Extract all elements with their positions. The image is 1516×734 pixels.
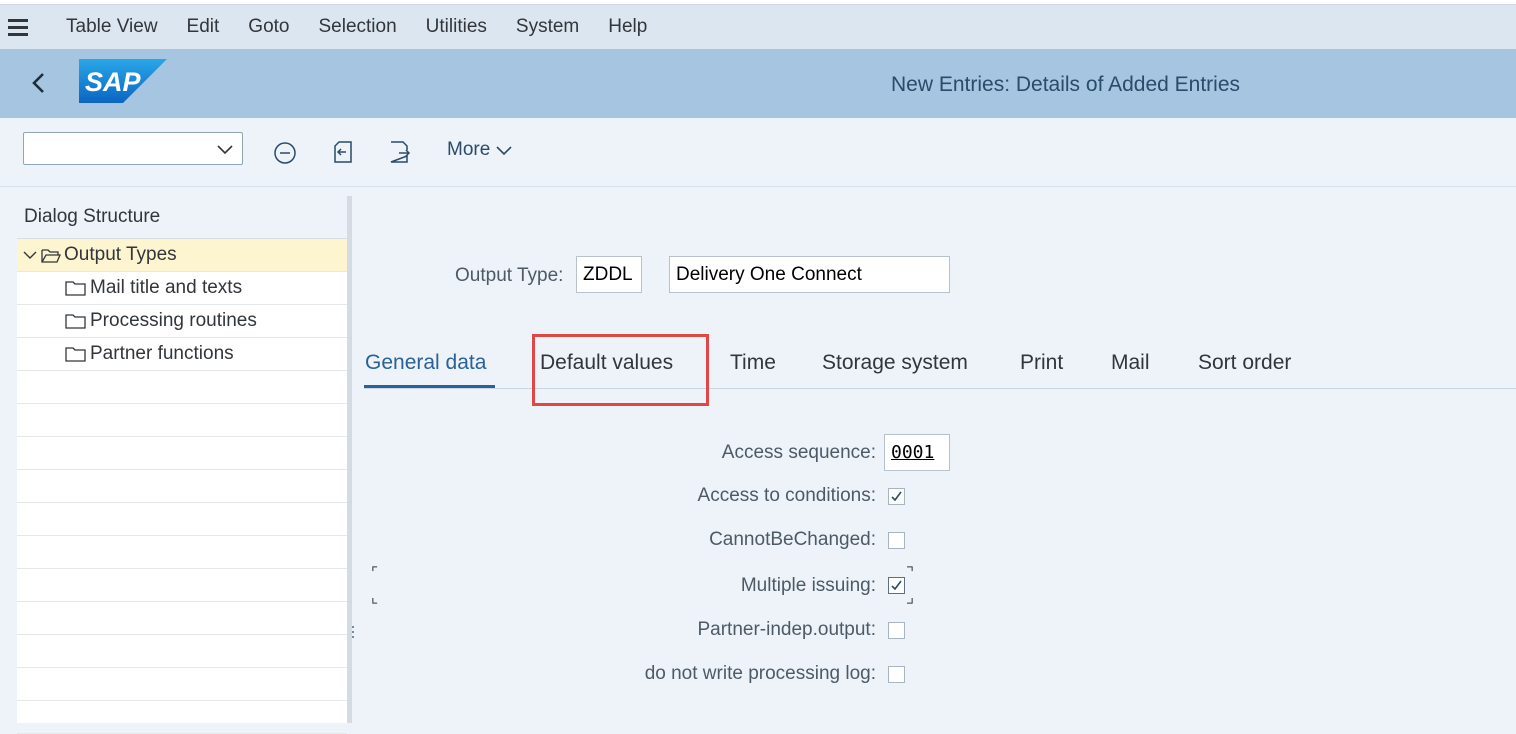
menu-help[interactable]: Help xyxy=(608,16,647,38)
menu-edit[interactable]: Edit xyxy=(187,16,220,38)
output-type-label: Output Type: xyxy=(455,265,564,286)
tree-item-label: Mail title and texts xyxy=(90,277,243,298)
tab-general-data[interactable]: General data xyxy=(365,351,486,375)
sap-logo: SAP xyxy=(79,59,167,108)
header-bar: SAP New Entries: Details of Added Entrie… xyxy=(0,49,1516,118)
command-field[interactable] xyxy=(23,132,243,165)
tree-empty-row xyxy=(17,536,347,569)
tree-empty-row xyxy=(17,371,347,404)
tree-empty-row xyxy=(17,701,347,734)
dialog-structure-title: Dialog Structure xyxy=(17,196,347,239)
toolbar: More xyxy=(0,118,1516,187)
menu-table-view[interactable]: Table View xyxy=(66,16,158,38)
previous-entry-icon[interactable] xyxy=(331,139,357,165)
output-type-code-value: ZDDL xyxy=(583,263,633,285)
menu-selection[interactable]: Selection xyxy=(319,16,397,38)
back-chevron-icon xyxy=(32,73,44,93)
partner-indep-output-label: Partner-indep.output: xyxy=(697,619,876,640)
tree-empty-row xyxy=(17,503,347,536)
menu-bar: Table View Edit Goto Selection Utilities… xyxy=(0,5,1516,49)
menu-utilities[interactable]: Utilities xyxy=(426,16,487,38)
menu-goto[interactable]: Goto xyxy=(248,16,289,38)
folder-icon xyxy=(65,347,86,362)
partner-indep-output-checkbox[interactable] xyxy=(888,622,905,639)
tree-item-processing-routines[interactable]: Processing routines xyxy=(17,305,347,338)
tab-sort-order[interactable]: Sort order xyxy=(1198,351,1291,375)
output-type-code-field[interactable]: ZDDL xyxy=(576,256,642,293)
access-sequence-field[interactable]: 0001 xyxy=(884,434,950,471)
access-to-conditions-label: Access to conditions: xyxy=(697,485,876,506)
collapse-minus-icon[interactable] xyxy=(273,141,297,165)
output-type-description-value: Delivery One Connect xyxy=(676,263,862,285)
tree-item-label: Processing routines xyxy=(90,310,257,331)
tree-empty-row xyxy=(17,569,347,602)
active-tab-indicator xyxy=(364,385,495,388)
details-content: Output Type: ZDDL Delivery One Connect G… xyxy=(357,186,1516,723)
page-title: New Entries: Details of Added Entries xyxy=(891,73,1241,96)
group-bracket-corner xyxy=(907,566,913,572)
menu-system[interactable]: System xyxy=(516,16,579,38)
do-not-write-log-label: do not write processing log: xyxy=(644,663,876,684)
next-entry-icon[interactable] xyxy=(387,139,413,165)
tree-item-mail-title-texts[interactable]: Mail title and texts xyxy=(17,272,347,305)
multiple-issuing-checkbox[interactable] xyxy=(888,577,905,594)
chevron-down-icon xyxy=(496,146,512,156)
tree-item-label: Output Types xyxy=(64,244,177,265)
tree-item-partner-functions[interactable]: Partner functions xyxy=(17,338,347,371)
do-not-write-log-checkbox[interactable] xyxy=(888,666,905,683)
back-button[interactable] xyxy=(26,69,52,97)
tab-print[interactable]: Print xyxy=(1020,351,1063,375)
tree-empty-row xyxy=(17,404,347,437)
group-bracket-corner xyxy=(372,598,378,604)
output-type-description-field[interactable]: Delivery One Connect xyxy=(669,256,950,293)
cannot-be-changed-checkbox[interactable] xyxy=(888,532,905,549)
multiple-issuing-label: Multiple issuing: xyxy=(740,575,876,596)
more-button[interactable]: More xyxy=(447,139,513,161)
panel-splitter-handle[interactable] xyxy=(352,626,354,642)
tab-default-values[interactable]: Default values xyxy=(540,351,673,375)
expand-chevron-icon[interactable] xyxy=(22,248,40,262)
tab-strip: General data Default values Time Storage… xyxy=(364,336,1516,389)
svg-text:SAP: SAP xyxy=(85,67,142,97)
tree-empty-row xyxy=(17,668,347,701)
tree-empty-row xyxy=(17,635,347,668)
cannot-be-changed-label: CannotBeChanged: xyxy=(709,529,876,550)
access-to-conditions-checkbox[interactable] xyxy=(888,488,905,505)
tree-empty-row xyxy=(17,437,347,470)
checkmark-icon xyxy=(891,580,902,591)
access-sequence-value: 0001 xyxy=(891,442,935,463)
more-label: More xyxy=(447,139,491,160)
dialog-structure-panel: Dialog Structure Output Types Mail title… xyxy=(17,196,352,734)
access-sequence-label: Access sequence: xyxy=(721,442,876,463)
tree-empty-row xyxy=(17,470,347,503)
tree-item-label: Partner functions xyxy=(90,343,234,364)
group-bracket-corner xyxy=(907,598,913,604)
tab-time[interactable]: Time xyxy=(730,351,776,375)
tree-item-output-types[interactable]: Output Types xyxy=(17,239,347,272)
open-folder-icon xyxy=(41,249,61,263)
tree-empty-row xyxy=(17,602,347,635)
hamburger-menu-icon[interactable] xyxy=(8,19,28,36)
folder-icon xyxy=(65,281,86,296)
tab-mail[interactable]: Mail xyxy=(1111,351,1150,375)
chevron-down-icon xyxy=(217,145,233,155)
checkmark-icon xyxy=(891,491,902,502)
tab-storage-system[interactable]: Storage system xyxy=(822,351,968,375)
folder-icon xyxy=(65,314,86,329)
group-bracket-corner xyxy=(372,566,378,572)
